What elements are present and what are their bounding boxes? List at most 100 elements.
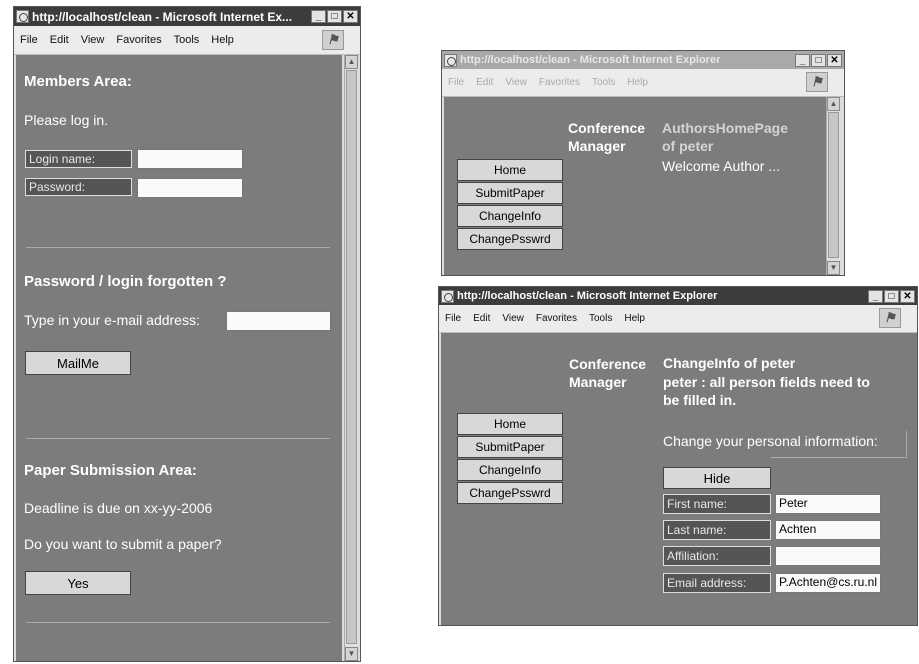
window-title-bar[interactable]: http://localhost/clean - Microsoft Inter… bbox=[439, 287, 917, 305]
menu-file[interactable]: File bbox=[20, 34, 38, 46]
app-name: Conference Manager bbox=[569, 355, 646, 391]
close-icon[interactable]: ✕ bbox=[343, 10, 358, 23]
menu-file[interactable]: File bbox=[445, 313, 461, 324]
ie-page-icon bbox=[441, 289, 454, 303]
email-prompt: Type in your e-mail address: bbox=[24, 312, 200, 328]
password-label: Password: bbox=[25, 178, 132, 196]
page-content: Conference Manager AuthorsHomePage of pe… bbox=[444, 97, 826, 275]
change-info-browser-window: http://localhost/clean - Microsoft Inter… bbox=[438, 286, 918, 626]
maximize-icon[interactable]: □ bbox=[884, 289, 899, 303]
app-name-line2: Manager bbox=[569, 374, 627, 390]
first-name-label: First name: bbox=[663, 494, 771, 514]
window-controls: _ □ ✕ bbox=[795, 53, 842, 67]
scroll-up-icon[interactable]: ▲ bbox=[345, 55, 358, 69]
fieldset-border-right bbox=[906, 431, 907, 457]
menu-bar: File Edit View Favorites Tools Help ⚑ bbox=[14, 26, 360, 55]
deadline-text: Deadline is due on xx-yy-2006 bbox=[24, 500, 213, 516]
menu-tools[interactable]: Tools bbox=[592, 77, 615, 88]
nav-submitpaper-button[interactable]: SubmitPaper bbox=[457, 436, 563, 458]
app-name-line2: Manager bbox=[568, 138, 626, 154]
close-icon[interactable]: ✕ bbox=[900, 289, 915, 303]
menu-tools[interactable]: Tools bbox=[174, 34, 200, 46]
menu-favorites[interactable]: Favorites bbox=[539, 77, 580, 88]
scroll-down-icon[interactable]: ▼ bbox=[827, 261, 840, 275]
window-title-bar[interactable]: http://localhost/clean - Microsoft Inter… bbox=[14, 7, 360, 26]
affiliation-input[interactable] bbox=[775, 546, 881, 566]
windows-logo-icon: ⚑ bbox=[806, 72, 828, 92]
page-title-line1: AuthorsHomePage bbox=[662, 120, 789, 136]
instruction-text: Change your personal information: bbox=[663, 433, 878, 449]
menu-favorites[interactable]: Favorites bbox=[116, 34, 161, 46]
window-controls: _ □ ✕ bbox=[868, 289, 915, 303]
minimize-icon[interactable]: _ bbox=[795, 53, 810, 67]
nav-submitpaper-button[interactable]: SubmitPaper bbox=[457, 182, 563, 204]
email-address-input[interactable]: P.Achten@cs.ru.nl bbox=[775, 573, 881, 593]
last-name-label: Last name: bbox=[663, 520, 771, 540]
menu-edit[interactable]: Edit bbox=[473, 313, 490, 324]
menu-view[interactable]: View bbox=[505, 77, 527, 88]
password-input[interactable] bbox=[137, 178, 243, 198]
email-address-label: Email address: bbox=[663, 573, 771, 593]
divider bbox=[26, 438, 330, 439]
menu-view[interactable]: View bbox=[502, 313, 524, 324]
menu-edit[interactable]: Edit bbox=[476, 77, 493, 88]
menu-bar: File Edit View Favorites Tools Help ⚑ bbox=[442, 69, 844, 97]
login-browser-window: http://localhost/clean - Microsoft Inter… bbox=[13, 6, 361, 662]
window-controls: _ □ ✕ bbox=[311, 10, 358, 23]
menu-edit[interactable]: Edit bbox=[50, 34, 69, 46]
page-content: Conference Manager ChangeInfo of peter p… bbox=[441, 333, 917, 625]
app-name-line1: Conference bbox=[569, 356, 647, 372]
first-name-input[interactable]: Peter bbox=[775, 494, 881, 514]
scroll-thumb[interactable] bbox=[828, 112, 839, 258]
divider bbox=[26, 247, 330, 248]
forgot-heading: Password / login forgotten ? bbox=[24, 273, 227, 290]
email-input[interactable] bbox=[226, 311, 331, 331]
minimize-icon[interactable]: _ bbox=[311, 10, 326, 23]
nav-changepsswrd-button[interactable]: ChangePsswrd bbox=[457, 228, 563, 250]
menu-view[interactable]: View bbox=[81, 34, 105, 46]
maximize-icon[interactable]: □ bbox=[811, 53, 826, 67]
login-name-input[interactable] bbox=[137, 149, 243, 169]
validation-message-line2: be filled in. bbox=[663, 392, 737, 408]
yes-button[interactable]: Yes bbox=[25, 571, 131, 595]
menu-favorites[interactable]: Favorites bbox=[536, 313, 577, 324]
nav-changeinfo-button[interactable]: ChangeInfo bbox=[457, 459, 563, 481]
members-heading: Members Area: bbox=[24, 73, 132, 90]
windows-logo-icon: ⚑ bbox=[322, 30, 344, 50]
scroll-down-icon[interactable]: ▼ bbox=[345, 647, 358, 661]
submission-heading: Paper Submission Area: bbox=[24, 462, 197, 479]
last-name-input[interactable]: Achten bbox=[775, 520, 881, 540]
hide-button[interactable]: Hide bbox=[663, 467, 771, 489]
menu-help[interactable]: Help bbox=[211, 34, 234, 46]
menu-file[interactable]: File bbox=[448, 77, 464, 88]
vertical-scrollbar[interactable]: ▲ ▼ bbox=[344, 55, 358, 661]
maximize-icon[interactable]: □ bbox=[327, 10, 342, 23]
nav-changepsswrd-button[interactable]: ChangePsswrd bbox=[457, 482, 563, 504]
vertical-scrollbar[interactable]: ▲ ▼ bbox=[826, 97, 840, 275]
divider bbox=[26, 622, 330, 623]
window-title-bar[interactable]: http://localhost/clean - Microsoft Inter… bbox=[442, 51, 844, 69]
nav-changeinfo-button[interactable]: ChangeInfo bbox=[457, 205, 563, 227]
window-title: http://localhost/clean - Microsoft Inter… bbox=[32, 9, 293, 24]
page-title: AuthorsHomePage of peter bbox=[662, 119, 788, 155]
mailme-button[interactable]: MailMe bbox=[25, 351, 131, 375]
menu-tools[interactable]: Tools bbox=[589, 313, 612, 324]
scroll-thumb[interactable] bbox=[346, 70, 357, 644]
menu-help[interactable]: Help bbox=[624, 313, 645, 324]
minimize-icon[interactable]: _ bbox=[868, 289, 883, 303]
ie-page-icon bbox=[16, 10, 29, 23]
page-content: Members Area: Please log in. Login name:… bbox=[16, 55, 342, 661]
affiliation-label: Affiliation: bbox=[663, 546, 771, 566]
nav-home-button[interactable]: Home bbox=[457, 159, 563, 181]
scroll-up-icon[interactable]: ▲ bbox=[827, 97, 840, 111]
menu-bar: File Edit View Favorites Tools Help ⚑ bbox=[439, 305, 917, 333]
menu-help[interactable]: Help bbox=[627, 77, 648, 88]
login-name-label: Login name: bbox=[25, 150, 132, 168]
fieldset-border-top bbox=[771, 457, 907, 458]
app-name: Conference Manager bbox=[568, 119, 645, 155]
app-name-line1: Conference bbox=[568, 120, 646, 136]
close-icon[interactable]: ✕ bbox=[827, 53, 842, 67]
validation-message-line1: peter : all person fields need to bbox=[663, 374, 870, 390]
window-title: http://localhost/clean - Microsoft Inter… bbox=[460, 54, 721, 66]
nav-home-button[interactable]: Home bbox=[457, 413, 563, 435]
